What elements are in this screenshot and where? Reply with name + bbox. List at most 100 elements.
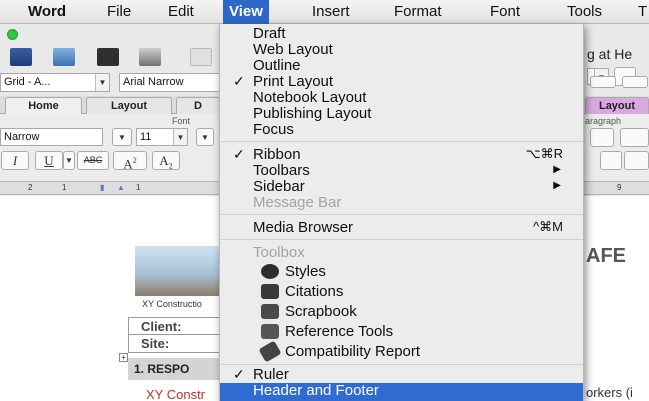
site-label: Site: bbox=[141, 336, 170, 351]
menu-item-scrapbook[interactable]: Scrapbook bbox=[220, 303, 583, 322]
style-combo[interactable]: Grid - A... ▼ bbox=[0, 73, 110, 92]
view-menu-dropdown: Draft Web Layout Outline ✓ Print Layout N… bbox=[219, 24, 584, 401]
menu-item-message-bar: Message Bar bbox=[220, 194, 583, 211]
ruler-label-9: 9 bbox=[617, 183, 622, 192]
menu-file[interactable]: File bbox=[107, 3, 131, 20]
font-size-field[interactable]: 11 ▼ bbox=[136, 128, 188, 146]
print-icon[interactable] bbox=[139, 48, 161, 66]
scissors-icon[interactable] bbox=[190, 48, 212, 66]
menu-tools[interactable]: Tools bbox=[567, 3, 602, 20]
align-justify-icon[interactable] bbox=[622, 76, 648, 88]
chevron-down-icon: ▼ bbox=[65, 156, 73, 165]
align-icon[interactable] bbox=[590, 76, 616, 88]
menu-item-ribbon[interactable]: ✓ Ribbon ⌥⌘R bbox=[220, 146, 583, 163]
menu-item-citations[interactable]: Citations bbox=[220, 283, 583, 302]
font-name-dropdown[interactable]: ▼ bbox=[112, 128, 132, 146]
header-footer-label: Header and Footer bbox=[253, 382, 379, 399]
menu-item-toolbars[interactable]: Toolbars ▶ bbox=[220, 162, 583, 179]
grid-icon[interactable] bbox=[10, 48, 32, 66]
message-bar-label: Message Bar bbox=[253, 194, 342, 211]
menu-item-sidebar[interactable]: Sidebar ▶ bbox=[220, 178, 583, 195]
menu-cut-off[interactable]: T bbox=[638, 3, 647, 20]
print-layout-label: Print Layout bbox=[253, 73, 334, 90]
menu-item-ruler[interactable]: ✓ Ruler bbox=[220, 366, 583, 383]
italic-button[interactable]: I bbox=[1, 151, 29, 170]
tab-home[interactable]: Home bbox=[5, 97, 82, 114]
chevron-down-icon: ▼ bbox=[173, 129, 187, 145]
chevron-down-icon: ▼ bbox=[118, 133, 126, 142]
open-folder-icon[interactable] bbox=[53, 48, 75, 66]
line-spacing-icon[interactable] bbox=[624, 151, 649, 170]
reference-tools-label: Reference Tools bbox=[285, 323, 394, 340]
submenu-arrow-icon: ▶ bbox=[553, 180, 561, 191]
menu-item-reference-tools[interactable]: Reference Tools bbox=[220, 323, 583, 342]
media-browser-label: Media Browser bbox=[253, 219, 354, 236]
media-browser-shortcut: ^⌘M bbox=[533, 219, 563, 234]
font-name-field[interactable]: Narrow bbox=[0, 128, 103, 146]
tab-design[interactable]: D bbox=[176, 97, 220, 114]
menu-font[interactable]: Font bbox=[490, 3, 520, 20]
ruler-margin-marker[interactable]: ▮ bbox=[100, 183, 104, 192]
menu-item-styles[interactable]: Styles bbox=[220, 263, 583, 282]
menu-item-compatibility-report[interactable]: Compatibility Report bbox=[220, 340, 583, 363]
list-icon[interactable] bbox=[600, 151, 622, 170]
menu-separator bbox=[221, 141, 583, 142]
menu-view[interactable]: View bbox=[223, 0, 269, 24]
client-table[interactable]: Client: Site: bbox=[128, 317, 223, 353]
menu-item-outline[interactable]: Outline bbox=[220, 57, 583, 74]
reference-tools-icon bbox=[261, 324, 279, 339]
tab-layout[interactable]: Layout bbox=[86, 97, 172, 114]
underline-dropdown[interactable]: ▼ bbox=[63, 151, 75, 170]
menu-app-word[interactable]: Word bbox=[28, 3, 66, 20]
menu-separator bbox=[221, 214, 583, 215]
citations-label: Citations bbox=[285, 283, 344, 300]
checkmark-icon: ✓ bbox=[233, 366, 245, 382]
menu-insert[interactable]: Insert bbox=[312, 3, 350, 20]
save-icon[interactable] bbox=[97, 48, 119, 66]
ruler-indent-marker[interactable]: ▲ bbox=[117, 183, 125, 192]
focus-label: Focus bbox=[253, 121, 294, 138]
zoom-window-button[interactable] bbox=[7, 29, 18, 40]
chevron-down-icon: ▼ bbox=[201, 133, 209, 142]
heading-peek: AFE bbox=[586, 245, 626, 267]
menu-item-focus[interactable]: Focus bbox=[220, 121, 583, 138]
scrapbook-label: Scrapbook bbox=[285, 303, 357, 320]
superscript-a: A bbox=[123, 156, 133, 172]
strikethrough-button[interactable]: ABC bbox=[77, 151, 109, 170]
sort-icon[interactable] bbox=[620, 128, 649, 147]
menu-format[interactable]: Format bbox=[394, 3, 442, 20]
ribbon-shortcut: ⌥⌘R bbox=[525, 146, 563, 161]
menu-item-print-layout[interactable]: ✓ Print Layout bbox=[220, 73, 583, 90]
style-combo-value: Grid - A... bbox=[4, 76, 51, 88]
indent-icon[interactable] bbox=[590, 128, 614, 147]
tab-layout-right[interactable]: Layout bbox=[585, 97, 649, 114]
scrapbook-icon bbox=[261, 304, 279, 319]
superscript-button[interactable]: A2 bbox=[113, 151, 147, 172]
size-up-button[interactable]: ▼ bbox=[196, 128, 214, 146]
styles-icon bbox=[261, 264, 279, 279]
underline-button[interactable]: U bbox=[35, 151, 63, 170]
menu-item-publishing-layout[interactable]: Publishing Layout bbox=[220, 105, 583, 122]
submenu-arrow-icon: ▶ bbox=[553, 164, 561, 175]
menu-edit[interactable]: Edit bbox=[168, 3, 194, 20]
subscript-button[interactable]: A2 bbox=[152, 151, 180, 171]
draft-label: Draft bbox=[253, 25, 286, 42]
menu-item-web-layout[interactable]: Web Layout bbox=[220, 41, 583, 58]
font-combo[interactable]: Arial Narrow bbox=[119, 73, 221, 92]
subscript-a: A bbox=[159, 153, 169, 168]
menu-item-media-browser[interactable]: Media Browser ^⌘M bbox=[220, 219, 583, 236]
ruler-label-2: 2 bbox=[28, 183, 33, 192]
menu-item-notebook-layout[interactable]: Notebook Layout bbox=[220, 89, 583, 106]
menu-item-header-and-footer[interactable]: Header and Footer bbox=[220, 382, 583, 401]
menu-item-draft[interactable]: Draft bbox=[220, 25, 583, 42]
table-move-handle[interactable]: + bbox=[119, 353, 128, 362]
outline-label: Outline bbox=[253, 57, 301, 74]
sidebar-label: Sidebar bbox=[253, 178, 305, 195]
notebook-layout-label: Notebook Layout bbox=[253, 89, 367, 106]
compatibility-report-label: Compatibility Report bbox=[285, 343, 421, 360]
red-text: XY Constr bbox=[146, 387, 206, 401]
checkmark-icon: ✓ bbox=[233, 73, 245, 89]
toolbox-label: Toolbox bbox=[253, 244, 305, 261]
chevron-down-icon: ▼ bbox=[95, 74, 109, 91]
ruler-label-1: 1 bbox=[62, 183, 67, 192]
